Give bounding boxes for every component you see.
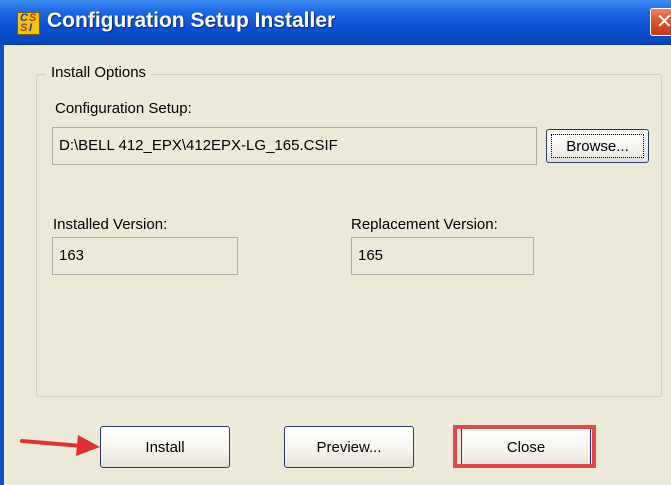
configuration-setup-label: Configuration Setup: bbox=[55, 100, 192, 117]
title-bar[interactable]: CSSI Configuration Setup Installer ✕ bbox=[0, 0, 671, 45]
browse-button[interactable]: Browse... bbox=[546, 129, 649, 163]
window-close-button[interactable]: ✕ bbox=[650, 8, 671, 36]
arrow-shaft bbox=[20, 439, 84, 448]
installed-version-label: Installed Version: bbox=[53, 216, 168, 233]
browse-button-label: Browse... bbox=[551, 134, 644, 158]
install-options-label: Install Options bbox=[46, 64, 152, 81]
installed-version-field[interactable]: 163 bbox=[52, 237, 238, 275]
preview-button[interactable]: Preview... bbox=[284, 426, 414, 468]
replacement-version-label: Replacement Version: bbox=[351, 216, 498, 233]
close-button[interactable]: Close bbox=[461, 426, 591, 468]
csi-app-icon: CSSI bbox=[17, 12, 40, 35]
install-options-group bbox=[36, 74, 662, 397]
configuration-setup-path-field[interactable]: D:\BELL 412_EPX\412EPX-LG_165.CSIF bbox=[52, 127, 537, 165]
replacement-version-field[interactable]: 165 bbox=[351, 237, 534, 275]
arrow-head bbox=[76, 435, 100, 456]
red-arrow-annotation bbox=[20, 435, 100, 456]
install-button[interactable]: Install bbox=[100, 426, 230, 468]
window-title: Configuration Setup Installer bbox=[47, 9, 336, 32]
